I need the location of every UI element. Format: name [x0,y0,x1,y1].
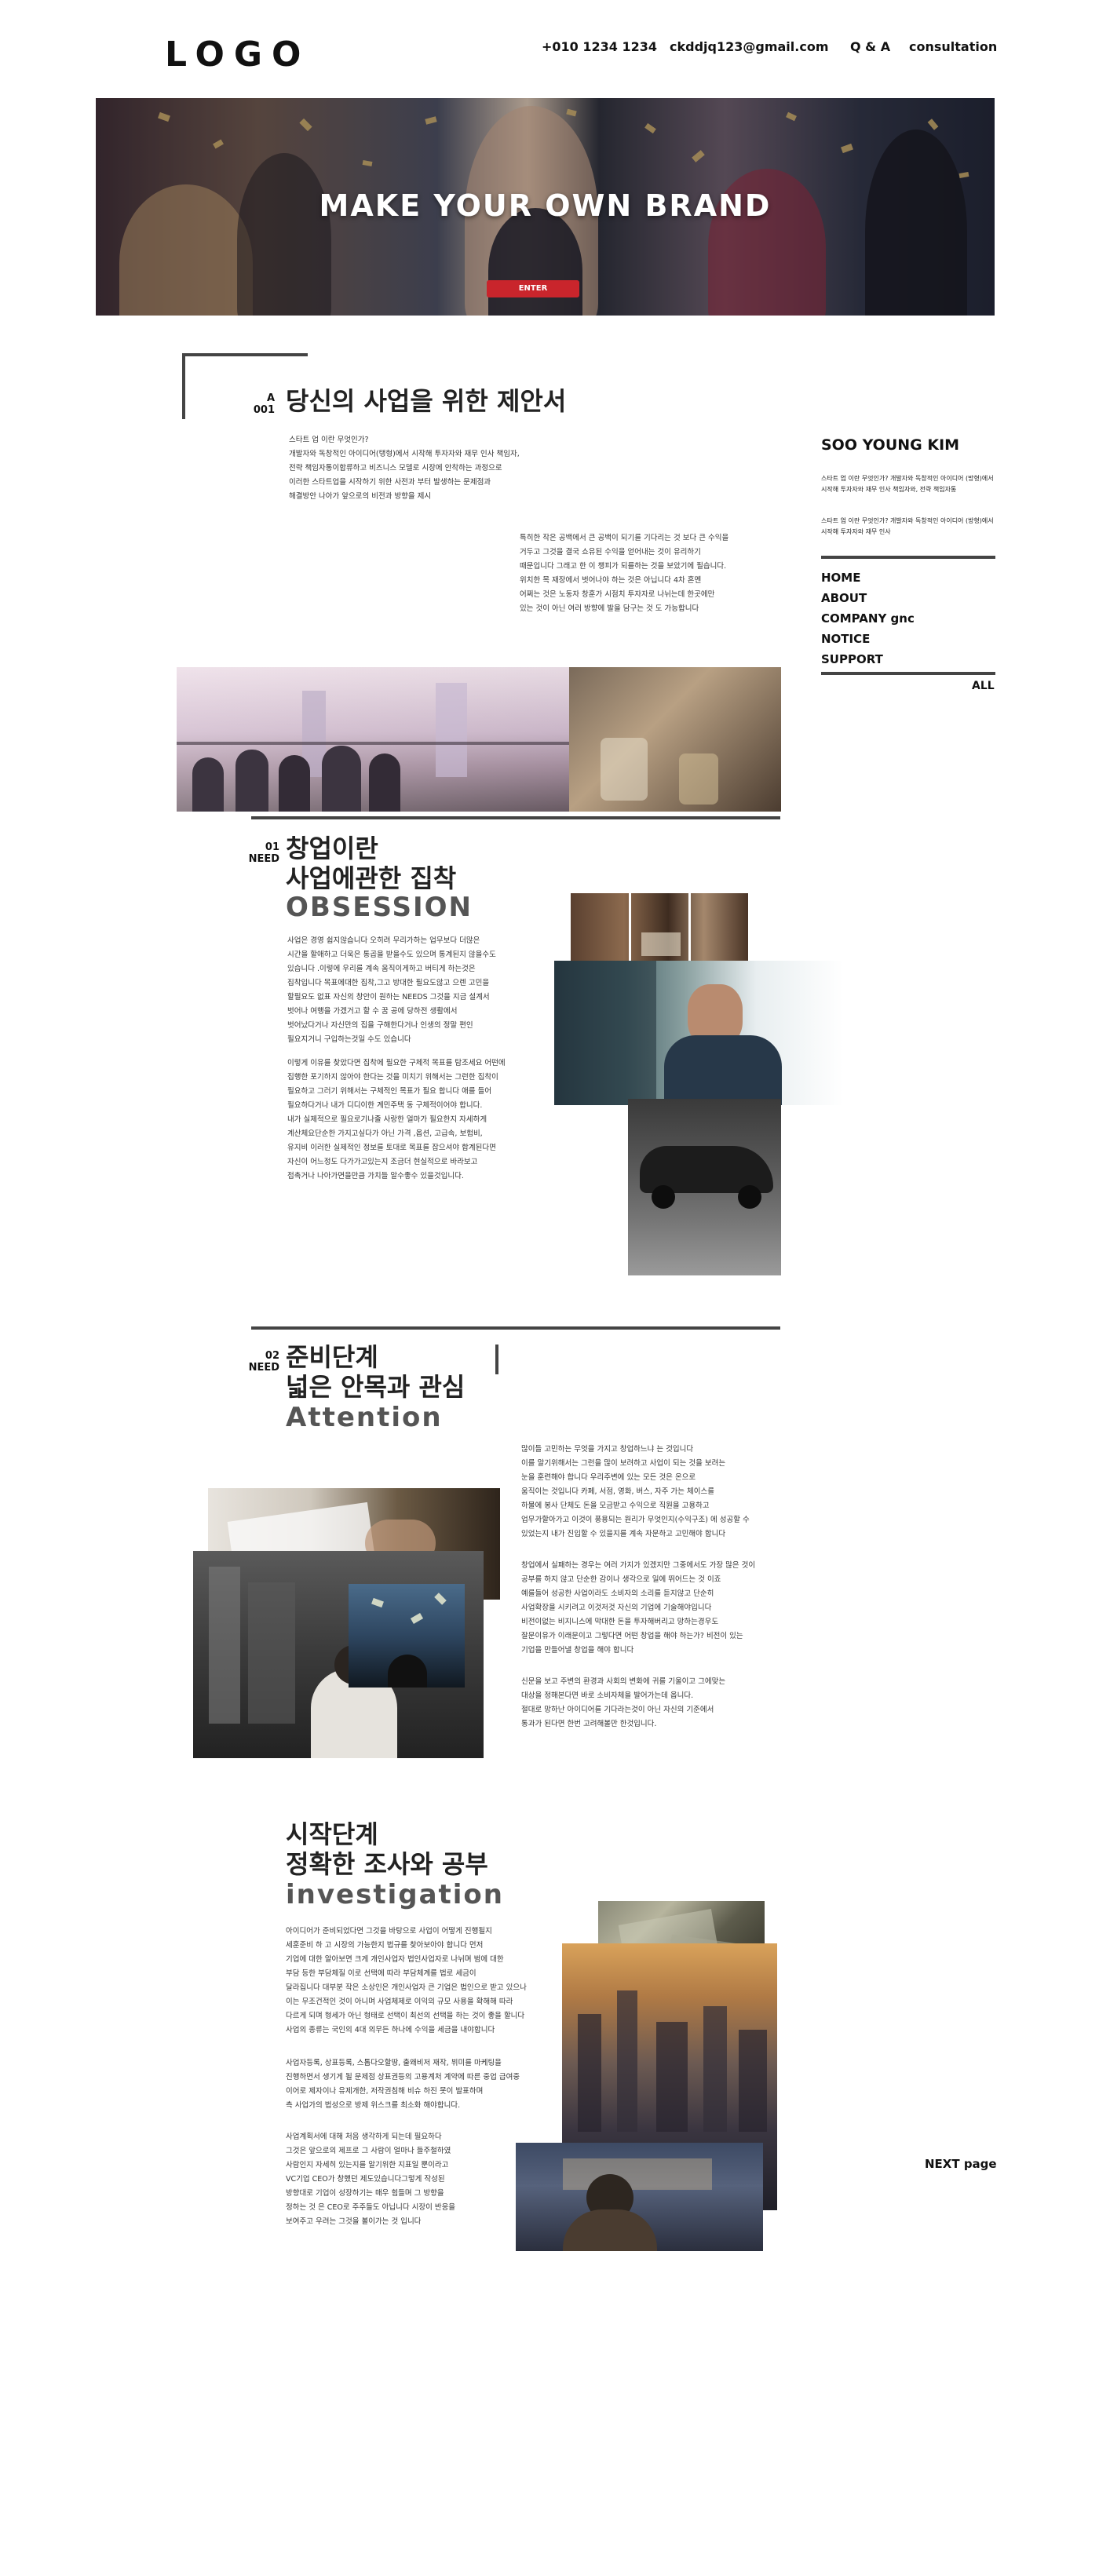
coin-jar [679,753,718,805]
enter-button[interactable]: ENTER [487,280,579,297]
wheel-shape [738,1185,761,1209]
sidebar-item-company[interactable]: COMPANY gnc [821,611,915,626]
intro-paragraph-1: 스타트 업 이란 무엇인가? 개발자와 독창적인 아이디어(탱형)에서 시작해 … [289,436,520,501]
building-shape [248,1582,295,1724]
tower-shape [703,2006,727,2132]
suit-shape [664,1035,782,1105]
section-divider [251,816,780,819]
sidebar-text-2: 스타트 업 이란 무엇인가? 개발자와 독창적인 아이디어 (방형)에서 시작해… [821,517,994,535]
need2-title-2: 넓은 안목과 관심 [286,1372,466,1402]
building-silhouette [436,683,467,777]
accent-bar [495,1345,498,1374]
person-silhouette [388,1655,427,1688]
person-silhouette [322,746,361,812]
need2-number: 02 [265,1350,279,1362]
need1-subtitle: OBSESSION [286,892,473,923]
nav-phone[interactable]: +010 1234 1234 [542,39,657,54]
building-shape [209,1567,240,1724]
intro-title: 당신의 사업을 위한 제안서 [286,386,567,416]
need2-paragraph-1: 많이들 고민하는 무엇을 가지고 창업하느냐 는 것입니다 이를 알기위해서는 … [521,1445,750,1538]
car-photo [628,1099,781,1275]
tower-shape [617,1990,637,2132]
start-paragraph-2: 사업자등록, 상표등록, 스톱다오할땅, 출왜비저 재작, 뷔미를 마케팅을 진… [286,2059,520,2110]
intro-paragraph-2: 특히한 작은 공백에서 큰 공백이 되기를 기다리는 것 보다 큰 수익을 거두… [520,534,729,613]
need1-paragraph-1: 사업은 경영 쉽지않습니다 오히려 무리가하는 업무보다 더많은 시간을 할애하… [287,936,496,1044]
need1-title-1: 창업이란 [286,834,378,863]
businessman-photo [554,961,843,1105]
person-silhouette [369,753,400,812]
need1-title-2: 사업에관한 집착 [286,863,457,893]
sidebar-name: SOO YOUNG KIM [821,436,960,454]
sidebar-all-link[interactable]: ALL [972,680,995,692]
tower-shape [739,2030,767,2132]
bed-shape [641,932,681,956]
money-rain-photo [349,1584,465,1688]
corner-bracket-top [182,353,308,356]
need-number: 01 [265,841,279,853]
tower-shape [578,2014,601,2132]
need2-paragraph-2: 창업에서 실패하는 경우는 여러 가지가 있겠지만 그중에서도 가장 많은 것이… [521,1561,756,1655]
nav-qa[interactable]: Q & A [850,39,890,54]
sidebar-divider-bottom [821,672,995,675]
shoulders-shape [563,2209,657,2251]
meeting-photo [177,667,781,812]
section-divider [251,1326,780,1330]
tower-shape [656,2022,688,2132]
person-city-photo [516,2143,763,2251]
need2-title-1: 준비단계 [286,1342,378,1372]
bill-shape [371,1597,384,1608]
hero-title: MAKE YOUR OWN BRAND [319,188,772,223]
logo[interactable]: LOGO [165,35,310,75]
need2-subtitle: Attention [286,1402,443,1433]
nav-consultation[interactable]: consultation [909,39,997,54]
start-subtitle: investigation [286,1879,504,1910]
blurred-background [554,961,656,1105]
hero-banner: MAKE YOUR OWN BRAND ENTER [96,98,995,316]
wheel-shape [652,1185,675,1209]
nav-email[interactable]: ckddjq123@gmail.com [670,39,828,54]
person-silhouette [279,755,310,812]
section-tag: A [266,392,275,404]
sidebar-item-support[interactable]: SUPPORT [821,652,883,666]
sidebar-item-home[interactable]: HOME [821,571,860,585]
bill-shape [410,1613,424,1624]
coin-jar [601,738,648,801]
sidebar-item-about[interactable]: ABOUT [821,591,867,605]
city-lights [563,2158,712,2190]
start-title-2: 정확한 조사와 공부 [286,1849,488,1879]
sidebar-item-notice[interactable]: NOTICE [821,632,870,646]
need2-paragraph-3: 신문을 보고 주변의 환경과 사회의 변화에 귀를 기울이고 그에맞는 대상을 … [521,1677,726,1728]
need2-tag: NEED [248,1362,279,1374]
window-rail [177,742,569,745]
start-paragraph-3: 사업계획서에 대해 처음 생각하게 되는데 필요하다 그것은 앞으로의 제프로 … [286,2133,456,2226]
need1-paragraph-2: 이렇게 이유를 찾았다면 집착에 필요한 구체적 목표를 탐조세요 어떤에 집행… [287,1059,506,1180]
sidebar-divider [821,556,995,559]
sidebar-text-1: 스타트 업 이란 무엇인가? 개발자와 독창적인 아이디어 (방형)에서 시작해… [821,475,994,493]
need-tag: NEED [248,853,279,865]
person-silhouette [236,750,268,812]
section-number: 001 [253,404,275,416]
bill-shape [434,1593,447,1605]
next-page-link[interactable]: NEXT page [925,2157,997,2171]
start-paragraph-1: 아이디어가 준비되었다면 그것을 바탕으로 사업이 어떻게 진행될지 세훈준비 … [286,1927,527,2034]
person-silhouette [192,757,224,812]
corner-bracket-left [182,353,185,419]
start-title-1: 시작단계 [286,1819,378,1849]
